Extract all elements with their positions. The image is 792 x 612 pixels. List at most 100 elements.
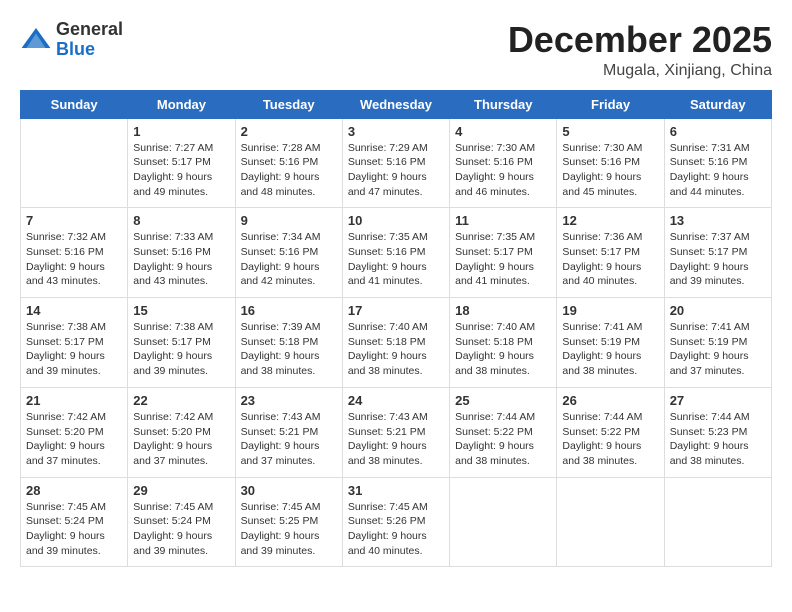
day-number: 22 <box>133 393 229 408</box>
calendar-cell: 6 Sunrise: 7:31 AMSunset: 5:16 PMDaylight… <box>664 118 771 208</box>
page-header: General Blue December 2025 Mugala, Xinji… <box>20 20 772 80</box>
day-number: 10 <box>348 213 444 228</box>
day-number: 19 <box>562 303 658 318</box>
calendar-cell: 7Sunrise: 7:32 AMSunset: 5:16 PMDaylight… <box>21 208 128 298</box>
day-number: 23 <box>241 393 337 408</box>
day-number: 24 <box>348 393 444 408</box>
day-detail: Sunrise: 7:35 AMSunset: 5:16 PMDaylight:… <box>348 230 444 289</box>
calendar-cell: 15 Sunrise: 7:38 AMSunset: 5:17 PMDayligh… <box>128 298 235 388</box>
day-number: 13 <box>670 213 766 228</box>
calendar-cell: 17 Sunrise: 7:40 AMSunset: 5:18 PMDayligh… <box>342 298 449 388</box>
weekday-header: Monday <box>128 90 235 118</box>
logo-text: General Blue <box>56 20 123 60</box>
day-number: 29 <box>133 483 229 498</box>
calendar-cell <box>450 477 557 567</box>
day-number: 11 <box>455 213 551 228</box>
logo: General Blue <box>20 20 123 60</box>
day-detail: Sunrise: 7:35 AMSunset: 5:17 PMDaylight:… <box>455 230 551 289</box>
calendar-table: SundayMondayTuesdayWednesdayThursdayFrid… <box>20 90 772 568</box>
day-detail: Sunrise: 7:44 AMSunset: 5:22 PMDaylight:… <box>455 410 551 469</box>
day-number: 4 <box>455 124 551 139</box>
calendar-cell: 1 Sunrise: 7:27 AMSunset: 5:17 PMDaylight… <box>128 118 235 208</box>
day-number: 2 <box>241 124 337 139</box>
calendar-cell: 3Sunrise: 7:29 AMSunset: 5:16 PMDaylight… <box>342 118 449 208</box>
day-number: 1 <box>133 124 229 139</box>
calendar-header-row: SundayMondayTuesdayWednesdayThursdayFrid… <box>21 90 772 118</box>
weekday-header: Tuesday <box>235 90 342 118</box>
day-detail: Sunrise: 7:28 AMSunset: 5:16 PMDaylight:… <box>241 141 337 200</box>
calendar-cell: 5 Sunrise: 7:30 AMSunset: 5:16 PMDaylight… <box>557 118 664 208</box>
day-detail: Sunrise: 7:44 AMSunset: 5:23 PMDaylight:… <box>670 410 766 469</box>
calendar-cell: 18 Sunrise: 7:40 AMSunset: 5:18 PMDayligh… <box>450 298 557 388</box>
logo-general: General <box>56 19 123 39</box>
day-detail: Sunrise: 7:41 AMSunset: 5:19 PMDaylight:… <box>670 320 766 379</box>
day-detail: Sunrise: 7:42 AMSunset: 5:20 PMDaylight:… <box>26 410 122 469</box>
day-number: 26 <box>562 393 658 408</box>
calendar-cell: 23 Sunrise: 7:43 AMSunset: 5:21 PMDayligh… <box>235 387 342 477</box>
day-number: 9 <box>241 213 337 228</box>
day-detail: Sunrise: 7:40 AMSunset: 5:18 PMDaylight:… <box>348 320 444 379</box>
calendar-cell <box>664 477 771 567</box>
calendar-cell: 31 Sunrise: 7:45 AMSunset: 5:26 PMDayligh… <box>342 477 449 567</box>
calendar-cell: 16Sunrise: 7:39 AMSunset: 5:18 PMDayligh… <box>235 298 342 388</box>
day-detail: Sunrise: 7:45 AMSunset: 5:24 PMDaylight:… <box>133 500 229 559</box>
title-block: December 2025 Mugala, Xinjiang, China <box>508 20 772 80</box>
calendar-cell: 22 Sunrise: 7:42 AMSunset: 5:20 PMDayligh… <box>128 387 235 477</box>
day-detail: Sunrise: 7:30 AMSunset: 5:16 PMDaylight:… <box>562 141 658 200</box>
calendar-cell: 10 Sunrise: 7:35 AMSunset: 5:16 PMDayligh… <box>342 208 449 298</box>
day-detail: Sunrise: 7:44 AMSunset: 5:22 PMDaylight:… <box>562 410 658 469</box>
day-number: 17 <box>348 303 444 318</box>
day-number: 28 <box>26 483 122 498</box>
calendar-cell: 21Sunrise: 7:42 AMSunset: 5:20 PMDayligh… <box>21 387 128 477</box>
day-number: 15 <box>133 303 229 318</box>
calendar-cell: 2 Sunrise: 7:28 AMSunset: 5:16 PMDaylight… <box>235 118 342 208</box>
day-detail: Sunrise: 7:43 AMSunset: 5:21 PMDaylight:… <box>241 410 337 469</box>
weekday-header: Sunday <box>21 90 128 118</box>
day-number: 5 <box>562 124 658 139</box>
calendar-cell: 24 Sunrise: 7:43 AMSunset: 5:21 PMDayligh… <box>342 387 449 477</box>
day-number: 3 <box>348 124 444 139</box>
day-detail: Sunrise: 7:42 AMSunset: 5:20 PMDaylight:… <box>133 410 229 469</box>
day-number: 12 <box>562 213 658 228</box>
day-detail: Sunrise: 7:27 AMSunset: 5:17 PMDaylight:… <box>133 141 229 200</box>
logo-blue: Blue <box>56 39 95 59</box>
day-detail: Sunrise: 7:45 AMSunset: 5:25 PMDaylight:… <box>241 500 337 559</box>
day-number: 14 <box>26 303 122 318</box>
day-detail: Sunrise: 7:41 AMSunset: 5:19 PMDaylight:… <box>562 320 658 379</box>
weekday-header: Wednesday <box>342 90 449 118</box>
calendar-cell: 20Sunrise: 7:41 AMSunset: 5:19 PMDayligh… <box>664 298 771 388</box>
calendar-week-row: 7Sunrise: 7:32 AMSunset: 5:16 PMDaylight… <box>21 208 772 298</box>
calendar-week-row: 1 Sunrise: 7:27 AMSunset: 5:17 PMDaylight… <box>21 118 772 208</box>
day-detail: Sunrise: 7:37 AMSunset: 5:17 PMDaylight:… <box>670 230 766 289</box>
day-detail: Sunrise: 7:40 AMSunset: 5:18 PMDaylight:… <box>455 320 551 379</box>
day-number: 18 <box>455 303 551 318</box>
location-title: Mugala, Xinjiang, China <box>508 62 772 80</box>
calendar-cell: 26 Sunrise: 7:44 AMSunset: 5:22 PMDayligh… <box>557 387 664 477</box>
calendar-cell: 29 Sunrise: 7:45 AMSunset: 5:24 PMDayligh… <box>128 477 235 567</box>
day-number: 30 <box>241 483 337 498</box>
calendar-cell: 4 Sunrise: 7:30 AMSunset: 5:16 PMDaylight… <box>450 118 557 208</box>
calendar-cell <box>557 477 664 567</box>
calendar-cell: 9 Sunrise: 7:34 AMSunset: 5:16 PMDaylight… <box>235 208 342 298</box>
calendar-cell: 12 Sunrise: 7:36 AMSunset: 5:17 PMDayligh… <box>557 208 664 298</box>
calendar-cell: 27Sunrise: 7:44 AMSunset: 5:23 PMDayligh… <box>664 387 771 477</box>
day-detail: Sunrise: 7:31 AMSunset: 5:16 PMDaylight:… <box>670 141 766 200</box>
day-detail: Sunrise: 7:38 AMSunset: 5:17 PMDaylight:… <box>133 320 229 379</box>
weekday-header: Thursday <box>450 90 557 118</box>
day-detail: Sunrise: 7:39 AMSunset: 5:18 PMDaylight:… <box>241 320 337 379</box>
calendar-cell: 30 Sunrise: 7:45 AMSunset: 5:25 PMDayligh… <box>235 477 342 567</box>
calendar-cell: 13 Sunrise: 7:37 AMSunset: 5:17 PMDayligh… <box>664 208 771 298</box>
day-detail: Sunrise: 7:43 AMSunset: 5:21 PMDaylight:… <box>348 410 444 469</box>
day-detail: Sunrise: 7:45 AMSunset: 5:26 PMDaylight:… <box>348 500 444 559</box>
day-number: 31 <box>348 483 444 498</box>
calendar-cell: 14 Sunrise: 7:38 AMSunset: 5:17 PMDayligh… <box>21 298 128 388</box>
day-detail: Sunrise: 7:30 AMSunset: 5:16 PMDaylight:… <box>455 141 551 200</box>
day-detail: Sunrise: 7:34 AMSunset: 5:16 PMDaylight:… <box>241 230 337 289</box>
day-number: 7 <box>26 213 122 228</box>
calendar-cell: 8Sunrise: 7:33 AMSunset: 5:16 PMDaylight… <box>128 208 235 298</box>
day-number: 25 <box>455 393 551 408</box>
day-number: 8 <box>133 213 229 228</box>
day-number: 6 <box>670 124 766 139</box>
day-detail: Sunrise: 7:38 AMSunset: 5:17 PMDaylight:… <box>26 320 122 379</box>
day-detail: Sunrise: 7:36 AMSunset: 5:17 PMDaylight:… <box>562 230 658 289</box>
